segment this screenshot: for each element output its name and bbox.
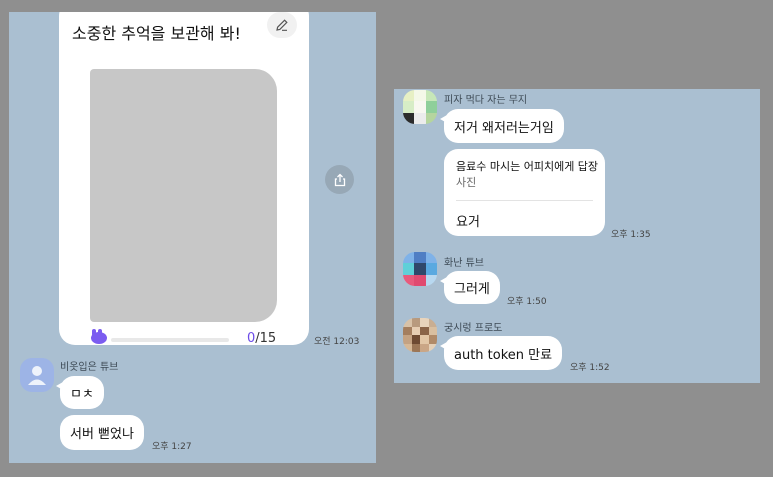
- sender-name: 비옷입은 튜브: [60, 362, 119, 373]
- progress-total: /15: [255, 331, 277, 345]
- message-bubble[interactable]: 그러게: [440, 271, 500, 304]
- share-button[interactable]: [325, 165, 354, 194]
- sender-name: 화난 튜브: [444, 258, 484, 269]
- avatar[interactable]: [403, 252, 437, 286]
- reply-divider: [456, 200, 593, 201]
- character-icon: [91, 329, 107, 344]
- message-bubble[interactable]: auth token 만료: [439, 336, 563, 370]
- pencil-icon: [276, 19, 288, 31]
- memory-card[interactable]: 소중한 추억을 보관해 봐! 0/15: [59, 12, 309, 345]
- reply-message: 요거: [456, 215, 480, 230]
- avatar[interactable]: [403, 318, 437, 352]
- avatar[interactable]: [403, 90, 437, 124]
- edit-button[interactable]: [267, 12, 297, 38]
- card-title: 소중한 추억을 보관해 봐!: [72, 24, 241, 43]
- photo-placeholder[interactable]: [90, 69, 277, 322]
- chat-panel-left: 소중한 추억을 보관해 봐! 0/15 오전 12:03 비옷입은 튜브 ㅁㅊ …: [9, 12, 376, 463]
- message-bubble[interactable]: ㅁㅊ: [56, 376, 104, 409]
- sender-name: 궁시렁 프로도: [444, 323, 503, 334]
- progress-count: 0/15: [247, 331, 276, 345]
- pixelated-avatar-image: [403, 90, 437, 124]
- message-timestamp: 오후 1:52: [570, 363, 610, 373]
- pixelated-avatar-image: [403, 318, 437, 352]
- reply-target: 음료수 마시는 어피치에게 답장: [456, 160, 599, 173]
- pixelated-avatar-image: [403, 252, 437, 286]
- reply-bubble[interactable]: 음료수 마시는 어피치에게 답장 사진 요거: [444, 149, 605, 236]
- reply-quoted-type: 사진: [456, 176, 477, 189]
- share-icon: [334, 173, 345, 186]
- card-timestamp: 오전 12:03: [314, 337, 360, 347]
- message-bubble[interactable]: 서버 뻗었나: [60, 415, 144, 450]
- person-icon: [28, 366, 46, 385]
- message-bubble[interactable]: 저거 왜저러는거임: [440, 109, 564, 143]
- message-timestamp: 오후 1:50: [507, 297, 547, 307]
- avatar[interactable]: [20, 358, 54, 392]
- message-timestamp: 오후 1:35: [611, 230, 651, 240]
- progress-bar: [111, 338, 229, 342]
- message-timestamp: 오후 1:27: [152, 442, 192, 452]
- chat-panel-right: 피자 먹다 자는 무지 저거 왜저러는거임 음료수 마시는 어피치에게 답장 사…: [394, 89, 760, 383]
- sender-name: 피자 먹다 자는 무지: [444, 95, 528, 106]
